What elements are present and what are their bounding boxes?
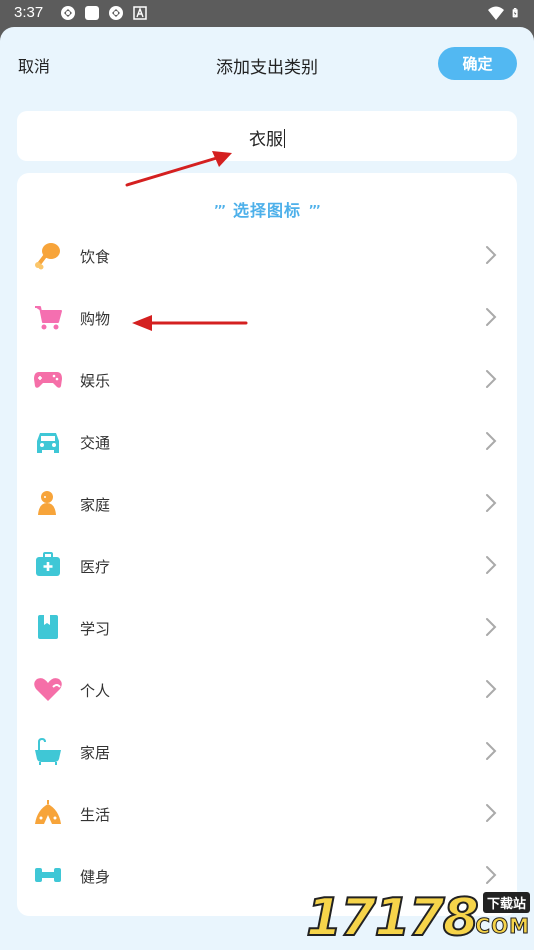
battery-icon bbox=[512, 8, 518, 18]
category-row-life[interactable]: 生活 bbox=[17, 783, 517, 843]
category-row-medical[interactable]: 医疗 bbox=[17, 535, 517, 595]
chevron-right-icon bbox=[486, 556, 497, 574]
category-name-value[interactable]: 衣服 bbox=[249, 130, 283, 150]
category-label: 学习 bbox=[80, 620, 111, 638]
category-row-entertainment[interactable]: 娱乐 bbox=[17, 349, 517, 409]
bathtub-icon bbox=[35, 737, 61, 765]
icon-section-label: 选择图标 bbox=[232, 201, 301, 220]
sync-icon bbox=[109, 6, 123, 20]
chevron-right-icon bbox=[486, 804, 497, 822]
category-name-field[interactable]: 衣服 bbox=[17, 111, 517, 161]
decoration-right: ’’’ bbox=[309, 203, 321, 217]
category-row-shopping[interactable]: 购物 bbox=[17, 287, 517, 347]
status-notification-icons bbox=[60, 5, 148, 21]
chevron-right-icon bbox=[486, 618, 497, 636]
chevron-right-icon bbox=[486, 370, 497, 388]
category-label: 娱乐 bbox=[80, 372, 111, 390]
dumbbell-icon bbox=[35, 868, 61, 882]
category-row-transport[interactable]: 交通 bbox=[17, 411, 517, 471]
category-label: 生活 bbox=[80, 806, 111, 824]
chevron-right-icon bbox=[486, 246, 497, 264]
status-time: 3:37 bbox=[14, 4, 44, 21]
shopping-cart-icon bbox=[35, 306, 62, 330]
category-label: 健身 bbox=[80, 868, 111, 886]
gamepad-icon bbox=[34, 372, 62, 388]
confirm-button[interactable]: 确定 bbox=[438, 47, 517, 80]
category-row-personal[interactable]: 个人 bbox=[17, 659, 517, 719]
text-caret bbox=[284, 129, 285, 148]
icon-section-title: ’’’ 选择图标 ’’’ bbox=[17, 197, 517, 221]
chevron-right-icon bbox=[486, 308, 497, 326]
status-bar: 3:37 bbox=[0, 0, 534, 27]
category-label: 家庭 bbox=[80, 496, 111, 514]
chevron-right-icon bbox=[486, 494, 497, 512]
icon-picker-card: ’’’ 选择图标 ’’’ 饮食 购物 娱乐 交通 家庭 医疗 学习 个人 家居 生… bbox=[17, 173, 517, 916]
status-system-icons bbox=[488, 5, 522, 21]
square-app-icon bbox=[85, 6, 99, 20]
watermark-com: COM bbox=[475, 914, 530, 939]
category-row-home[interactable]: 家居 bbox=[17, 721, 517, 781]
category-label: 医疗 bbox=[80, 558, 111, 576]
car-icon bbox=[37, 433, 59, 453]
site-watermark: 17178 下载站 COM bbox=[305, 884, 534, 950]
chevron-right-icon bbox=[486, 866, 497, 884]
chevron-right-icon bbox=[486, 742, 497, 760]
category-name-display: 衣服 bbox=[17, 125, 517, 150]
category-label: 购物 bbox=[80, 310, 111, 328]
category-label: 饮食 bbox=[80, 248, 111, 266]
drumstick-icon bbox=[35, 243, 60, 270]
add-category-sheet: 取消 添加支出类别 确定 衣服 ’’’ 选择图标 ’’’ 饮食 购物 娱乐 交通 … bbox=[0, 27, 534, 950]
chevron-right-icon bbox=[486, 680, 497, 698]
category-row-study[interactable]: 学习 bbox=[17, 597, 517, 657]
sheet-header: 取消 添加支出类别 确定 bbox=[0, 27, 534, 99]
category-label: 交通 bbox=[80, 434, 111, 452]
sync-icon bbox=[61, 6, 75, 20]
category-label: 个人 bbox=[80, 682, 111, 700]
cancel-button[interactable]: 取消 bbox=[18, 53, 50, 77]
wifi-icon bbox=[488, 6, 504, 20]
heart-icon bbox=[34, 678, 62, 701]
watermark-digits: 17178 bbox=[305, 887, 480, 949]
tent-icon bbox=[35, 800, 61, 824]
book-icon bbox=[38, 615, 58, 639]
category-row-family[interactable]: 家庭 bbox=[17, 473, 517, 533]
category-label: 家居 bbox=[80, 744, 111, 762]
watermark-tag: 下载站 bbox=[482, 892, 530, 913]
chevron-right-icon bbox=[486, 432, 497, 450]
font-a-icon bbox=[133, 6, 147, 20]
medical-kit-icon bbox=[36, 552, 60, 576]
family-icon bbox=[38, 491, 56, 515]
decoration-left: ’’’ bbox=[214, 203, 226, 217]
category-row-food[interactable]: 饮食 bbox=[17, 225, 517, 285]
